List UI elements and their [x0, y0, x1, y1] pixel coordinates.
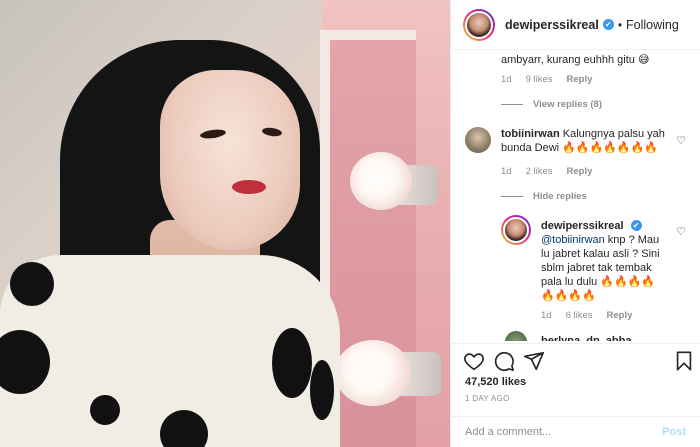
- post-side-panel: dewiperssikreal ✔ • Following ambyarr, k…: [450, 0, 700, 447]
- commenter-avatar[interactable]: [505, 331, 527, 341]
- post-actions: [451, 343, 700, 375]
- comment-meta: 1d 9 likes Reply: [501, 74, 592, 85]
- photo-bulb: [350, 152, 412, 210]
- comment-reply-button[interactable]: Reply: [607, 310, 633, 321]
- hide-replies-button[interactable]: Hide replies: [501, 191, 587, 202]
- commenter-username[interactable]: tobiinirwan: [501, 128, 560, 140]
- add-comment-input[interactable]: [465, 426, 663, 438]
- following-button[interactable]: Following: [626, 18, 679, 32]
- bookmark-icon[interactable]: [673, 350, 695, 372]
- comment-age: 1d: [501, 166, 512, 177]
- post-comment-button[interactable]: Post: [662, 426, 686, 438]
- verified-badge-icon: ✔: [630, 220, 642, 231]
- comment-meta: 1d 6 likes Reply: [541, 310, 632, 321]
- reply-mention-link[interactable]: @tobiinirwan: [541, 234, 605, 246]
- photo-face: [160, 70, 300, 250]
- add-comment-bar: Post: [451, 416, 700, 447]
- photo-dress-dot: [272, 328, 312, 398]
- comment-icon[interactable]: [493, 350, 515, 372]
- author-username[interactable]: dewiperssikreal: [505, 18, 599, 32]
- author-avatar[interactable]: [463, 8, 495, 41]
- share-icon[interactable]: [523, 350, 545, 372]
- photo-dress-dot: [10, 262, 54, 306]
- post-header: dewiperssikreal ✔ • Following: [451, 0, 700, 50]
- instagram-post: dewiperssikreal ✔ • Following ambyarr, k…: [0, 0, 700, 447]
- comment-body: tobiinirwan Kalungnya palsu yah bunda De…: [501, 127, 671, 155]
- header-separator: •: [617, 17, 623, 32]
- likes-count[interactable]: 47,520 likes: [465, 376, 526, 388]
- comment-like-heart-icon[interactable]: ♡: [676, 225, 686, 238]
- reply-username[interactable]: dewiperssikreal: [541, 220, 624, 232]
- comment-likes[interactable]: 2 likes: [526, 166, 553, 177]
- comment-like-heart-icon[interactable]: ♡: [676, 134, 686, 147]
- comment-likes[interactable]: 6 likes: [566, 310, 593, 321]
- heart-icon[interactable]: [463, 350, 485, 372]
- reply-body: dewiperssikreal ✔ @tobiinirwan knp ? Mau…: [541, 219, 661, 303]
- reply-author-avatar[interactable]: [501, 215, 531, 245]
- photo-dress-dot: [90, 395, 120, 425]
- hide-replies-label: Hide replies: [533, 191, 587, 202]
- view-replies-label: View replies (8): [533, 99, 602, 110]
- view-replies-button[interactable]: View replies (8): [501, 99, 602, 110]
- comments-list[interactable]: ambyarr, kurang euhhh gitu 😅 1d 9 likes …: [451, 51, 700, 341]
- photo-dress-dot: [310, 360, 334, 420]
- comment-meta: 1d 2 likes Reply: [501, 166, 592, 177]
- comment-age: 1d: [541, 310, 552, 321]
- photo-bulb: [335, 340, 411, 406]
- comment-age: 1d: [501, 74, 512, 85]
- verified-badge-icon: ✔: [602, 19, 614, 30]
- comment-reply-button[interactable]: Reply: [567, 166, 593, 177]
- commenter-username[interactable]: berlyna_dn_abba: [541, 334, 631, 341]
- comment-text: ambyarr, kurang euhhh gitu 😅: [501, 54, 650, 66]
- post-photo[interactable]: [0, 0, 450, 447]
- commenter-avatar[interactable]: [465, 127, 491, 153]
- post-timestamp[interactable]: 1 DAY AGO: [465, 394, 510, 403]
- comment-reply-button[interactable]: Reply: [567, 74, 593, 85]
- photo-lips: [232, 180, 266, 194]
- comment-likes[interactable]: 9 likes: [526, 74, 553, 85]
